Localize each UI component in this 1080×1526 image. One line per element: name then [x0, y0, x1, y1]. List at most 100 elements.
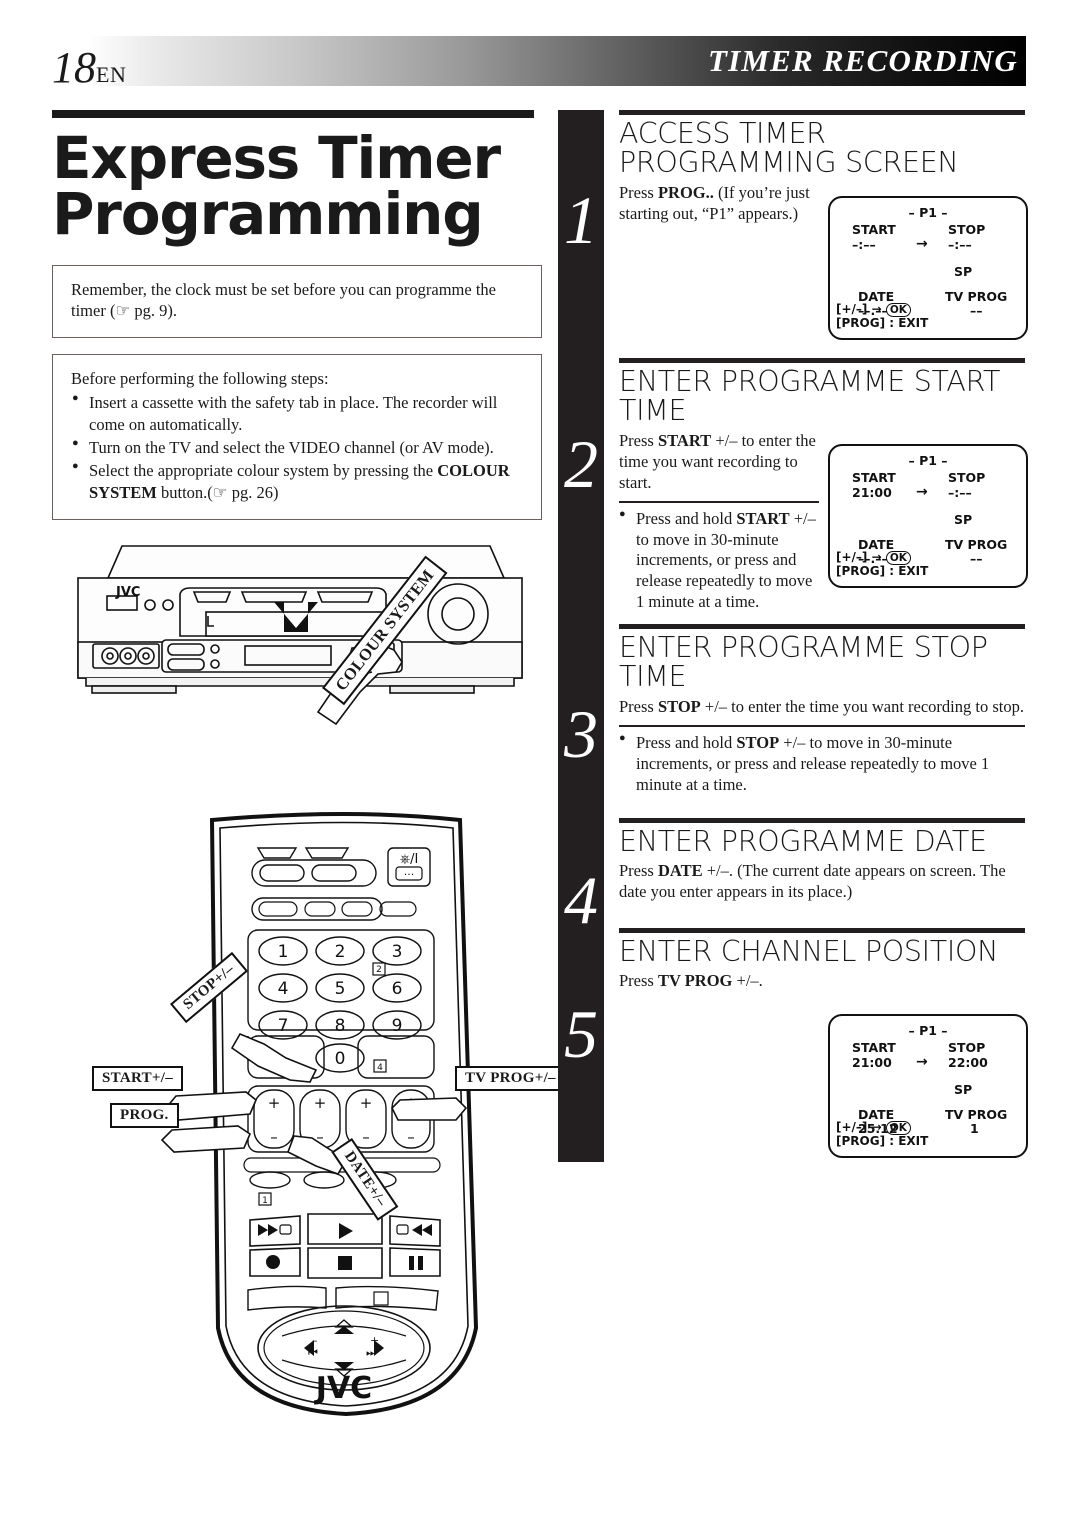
ok-icon: OK [886, 551, 911, 565]
svg-text:1: 1 [262, 1196, 268, 1206]
svg-text:9: 9 [392, 1016, 403, 1036]
clock-note-text: Remember, the clock must be set before y… [71, 280, 496, 321]
svg-text:0: 0 [335, 1049, 346, 1069]
svg-text:5: 5 [335, 979, 346, 999]
svg-text:⏭: ⏭ [366, 1346, 376, 1359]
osd-stop-label: STOP [948, 1040, 985, 1055]
step-4-heading: ENTER PROGRAMME DATE [619, 827, 1025, 856]
page-number-value: 18 [52, 43, 96, 92]
step-number-1: 1 [558, 186, 604, 254]
svg-text:+: + [360, 1094, 373, 1112]
prerequisites-intro: Before performing the following steps: [71, 368, 525, 390]
svg-text:3: 3 [392, 942, 403, 962]
svg-text:⏮: ⏮ [308, 1346, 318, 1359]
osd-programme-label: – P1 – [830, 1023, 1026, 1038]
step-3-notes: Press and hold STOP +/– to move in 30-… [619, 733, 1025, 796]
page-language: EN [96, 62, 126, 87]
osd-footer-ok: [+/–] → OK [836, 550, 911, 564]
list-item: Turn on the TV and select the VIDEO chan… [71, 437, 525, 459]
svg-text:2: 2 [376, 965, 382, 975]
osd-start-value: 21:00 [852, 1055, 892, 1070]
osd-speed-value: SP [954, 1082, 972, 1097]
osd-tvprog-value: 1 [970, 1121, 979, 1136]
step-3-heading: ENTER PROGRAMME STOP TIME [619, 633, 1025, 692]
ok-icon: OK [886, 1121, 911, 1135]
step-2-divider [619, 501, 819, 503]
osd-start-label: START [852, 222, 896, 237]
step-2-notes: Press and hold START +/– to move in 30… [619, 509, 819, 614]
header-gradient-bar: TIMER RECORDING [86, 36, 1026, 86]
osd-footer-ok: [+/–] → OK [836, 1120, 911, 1134]
osd-tvprog-label: TV PROG [945, 1107, 1007, 1122]
section-rule [619, 110, 1025, 115]
vcr-logo-text: JVC [115, 585, 140, 600]
step-1-body: Press PROG.. (If you’re just starting ou… [619, 183, 819, 225]
manual-page: TIMER RECORDING 18EN Express Timer Progr… [0, 0, 1080, 1526]
list-item: Press and hold STOP +/– to move in 30-… [619, 733, 1025, 796]
step-number-4: 4 [558, 866, 604, 934]
list-item: Select the appropriate colour system by … [71, 460, 525, 504]
section-title: TIMER RECORDING [708, 43, 1018, 79]
arrow-icon: → [916, 1054, 928, 1070]
svg-text:–: – [407, 1128, 415, 1146]
step-3-body: Press STOP +/– to enter the time you w… [619, 697, 1025, 718]
page-header: TIMER RECORDING 18EN [0, 28, 1080, 90]
svg-text:···: ··· [404, 868, 415, 881]
prerequisites-box: Before performing the following steps: I… [52, 354, 542, 520]
step-1-heading: ACCESS TIMER PROGRAMMING SCREEN [619, 119, 1025, 178]
page-title-line1: Express Timer [52, 130, 542, 186]
ok-icon: OK [886, 303, 911, 317]
step-2-body: Press START +/– to enter the time you … [619, 431, 819, 494]
osd-start-label: START [852, 1040, 896, 1055]
svg-text:6: 6 [392, 979, 403, 999]
remote-start-callout: START+/– [92, 1066, 183, 1091]
prerequisites-list: Insert a cassette with the safety tab in… [71, 392, 525, 504]
step-3: ENTER PROGRAMME STOP TIME Press STOP +/… [619, 624, 1025, 796]
osd-footer-ok-pre: [+/–] → [836, 1120, 882, 1134]
remote-svg: 123 456 789 0 +– +– +– +– 241 ⎈/I ··· –+ [160, 808, 540, 1418]
osd-stop-label: STOP [948, 222, 985, 237]
svg-text:4: 4 [278, 979, 289, 999]
remote-illustration: 123 456 789 0 +– +– +– +– 241 ⎈/I ··· –+ [160, 808, 540, 1418]
svg-text:4: 4 [377, 1063, 383, 1073]
title-rule [52, 110, 534, 118]
osd-start-value: 21:00 [852, 485, 892, 500]
step-number-2: 2 [558, 430, 604, 498]
osd-screen-step1: – P1 – START –:–– → STOP –:–– SP DATE ––… [828, 196, 1028, 340]
osd-footer-ok-pre: [+/–] → [836, 550, 882, 564]
step-4-body: Press DATE +/–. (The current date appe… [619, 861, 1025, 903]
osd-programme-label: – P1 – [830, 205, 1026, 220]
svg-text:2: 2 [335, 942, 346, 962]
osd-footer-exit: [PROG] : EXIT [836, 564, 928, 578]
vcr-illustration: JVC COLOUR SYSTEM [60, 540, 540, 800]
remote-tvprog-callout: TV PROG+/– [455, 1066, 566, 1091]
page-title: Express Timer Programming [52, 130, 542, 243]
svg-text:+: + [268, 1094, 281, 1112]
step-5-body: Press TV PROG +/–. [619, 971, 819, 992]
list-item: Insert a cassette with the safety tab in… [71, 392, 525, 436]
section-rule [619, 624, 1025, 629]
osd-screen-step5: – P1 – START 21:00 → STOP 22:00 SP DATE … [828, 1014, 1028, 1158]
osd-speed-value: SP [954, 264, 972, 279]
step-5: ENTER CHANNEL POSITION Press TV PROG +/… [619, 928, 1025, 992]
svg-text:8: 8 [335, 1016, 346, 1036]
step-3-divider [619, 725, 1025, 727]
osd-stop-label: STOP [948, 470, 985, 485]
osd-tvprog-label: TV PROG [945, 289, 1007, 304]
step-2-heading: ENTER PROGRAMME START TIME [619, 367, 1025, 426]
svg-text:1: 1 [278, 942, 289, 962]
osd-stop-value: –:–– [948, 237, 972, 252]
osd-footer-ok-pre: [+/–] → [836, 302, 882, 316]
osd-footer-exit: [PROG] : EXIT [836, 1134, 928, 1148]
list-item: Press and hold START +/– to move in 30… [619, 509, 819, 614]
section-rule [619, 818, 1025, 823]
section-rule [619, 928, 1025, 933]
osd-speed-value: SP [954, 512, 972, 527]
osd-tvprog-value: –– [970, 303, 983, 318]
arrow-icon: → [916, 484, 928, 500]
step-number-5: 5 [558, 1000, 604, 1068]
osd-programme-label: – P1 – [830, 453, 1026, 468]
clock-note-box: Remember, the clock must be set before y… [52, 265, 542, 339]
osd-tvprog-label: TV PROG [945, 537, 1007, 552]
power-icon: ⎈/I [400, 852, 419, 867]
